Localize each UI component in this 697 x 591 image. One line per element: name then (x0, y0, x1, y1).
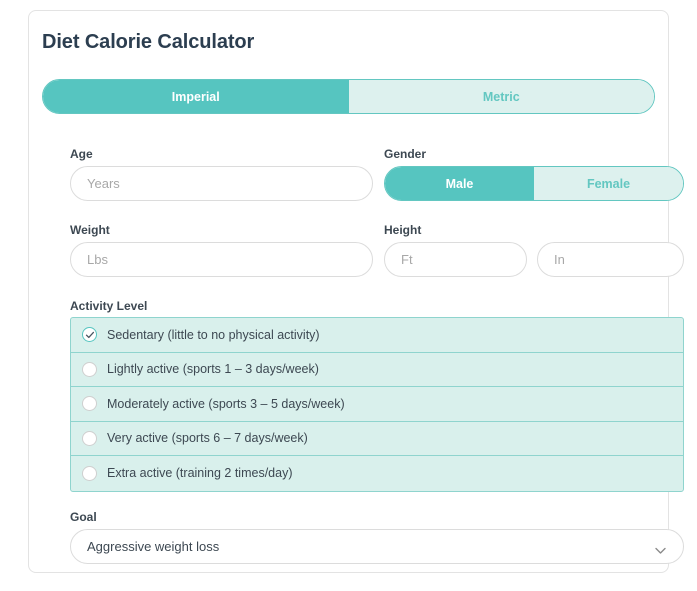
unit-toggle-metric-label: Metric (482, 89, 520, 104)
activity-option-label: Moderately active (sports 3 – 5 days/wee… (107, 396, 345, 411)
gender-toggle-male[interactable]: Male (385, 167, 534, 200)
age-input[interactable] (70, 166, 373, 201)
goal-select[interactable]: Aggressive weight loss (70, 529, 684, 564)
activity-option-extra-active[interactable]: Extra active (training 2 times/day) (71, 456, 683, 491)
gender-toggle-female[interactable]: Female (534, 167, 683, 200)
height-inches-input[interactable] (537, 242, 684, 277)
activity-option-very-active[interactable]: Very active (sports 6 – 7 days/week) (71, 422, 683, 456)
weight-label: Weight (70, 223, 110, 237)
weight-input[interactable] (70, 242, 373, 277)
activity-level-list: Sedentary (little to no physical activit… (70, 317, 684, 492)
activity-level-label: Activity Level (70, 299, 148, 313)
unit-toggle-imperial[interactable]: Imperial (43, 80, 349, 113)
activity-option-label: Sedentary (little to no physical activit… (107, 327, 320, 342)
unit-system-toggle[interactable]: Imperial Metric (42, 79, 655, 114)
goal-select-wrapper[interactable]: Aggressive weight loss (70, 529, 684, 564)
activity-option-label: Lightly active (sports 1 – 3 days/week) (107, 362, 319, 377)
radio-unchecked-icon[interactable] (82, 396, 97, 412)
radio-unchecked-icon[interactable] (82, 465, 97, 481)
activity-option-label: Very active (sports 6 – 7 days/week) (107, 431, 308, 446)
activity-option-sedentary[interactable]: Sedentary (little to no physical activit… (71, 318, 683, 353)
radio-unchecked-icon[interactable] (82, 361, 97, 377)
gender-label: Gender (384, 147, 427, 161)
radio-checked-icon[interactable] (82, 327, 97, 343)
age-label: Age (70, 147, 93, 161)
height-label: Height (384, 223, 422, 237)
activity-option-moderately-active[interactable]: Moderately active (sports 3 – 5 days/wee… (71, 387, 683, 422)
unit-toggle-imperial-label: Imperial (171, 89, 220, 104)
height-feet-input[interactable] (384, 242, 527, 277)
calculator-card: Diet Calorie Calculator Imperial Metric … (28, 10, 684, 573)
goal-label: Goal (70, 510, 97, 524)
activity-option-lightly-active[interactable]: Lightly active (sports 1 – 3 days/week) (71, 353, 683, 387)
unit-toggle-metric[interactable]: Metric (348, 80, 654, 113)
radio-unchecked-icon[interactable] (82, 430, 97, 446)
page-title: Diet Calorie Calculator (42, 31, 255, 53)
gender-toggle-male-label: Male (445, 176, 474, 191)
gender-toggle[interactable]: Male Female (384, 166, 684, 201)
gender-toggle-female-label: Female (586, 176, 631, 191)
activity-option-label: Extra active (training 2 times/day) (107, 466, 293, 481)
